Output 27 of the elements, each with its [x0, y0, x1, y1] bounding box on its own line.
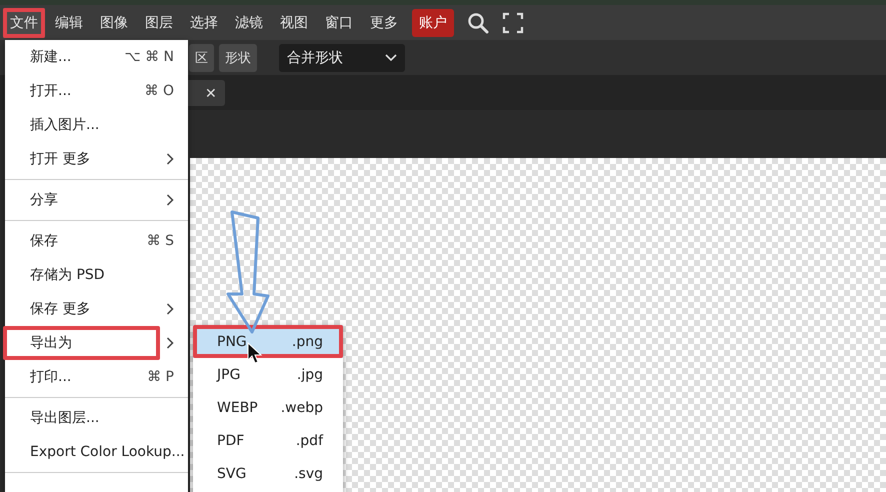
format-label: PNG: [217, 334, 247, 350]
extension-label: .png: [292, 334, 323, 350]
format-label: WEBP: [217, 400, 258, 416]
menu-item-label: Export Color Lookup...: [30, 444, 185, 460]
extension-label: .svg: [294, 466, 323, 482]
menu-item-label: 导出为: [30, 334, 72, 352]
format-label: JPG: [217, 366, 240, 382]
extension-label: .webp: [280, 400, 323, 416]
menu-item-label: 插入图片...: [30, 116, 100, 134]
menu-item-label: 打开 更多: [30, 150, 90, 168]
menu-item-label: 分享: [30, 191, 58, 209]
menu-item-label: 保存 更多: [30, 300, 90, 318]
format-label: PDF: [217, 432, 244, 448]
menu-item-label: 新建...: [30, 48, 72, 66]
menu-item-label: 打开...: [30, 82, 72, 100]
shortcut-text: ⌥ ⌘ N: [124, 49, 174, 65]
dropdown-value: 合并形状: [287, 48, 343, 66]
extension-label: .jpg: [296, 366, 323, 382]
shortcut-text: ⌘ O: [144, 83, 174, 99]
extension-label: .pdf: [296, 432, 323, 448]
shortcut-text: ⌘ S: [146, 233, 174, 249]
shortcut-text: ⌘ P: [147, 369, 174, 385]
menu-item-label: 导出图层...: [30, 409, 100, 427]
menu-item-label: 存储为 PSD: [30, 266, 105, 284]
menu-item-label: 打印...: [30, 368, 72, 386]
menu-item-label: 保存: [30, 232, 58, 250]
format-label: SVG: [217, 466, 246, 482]
